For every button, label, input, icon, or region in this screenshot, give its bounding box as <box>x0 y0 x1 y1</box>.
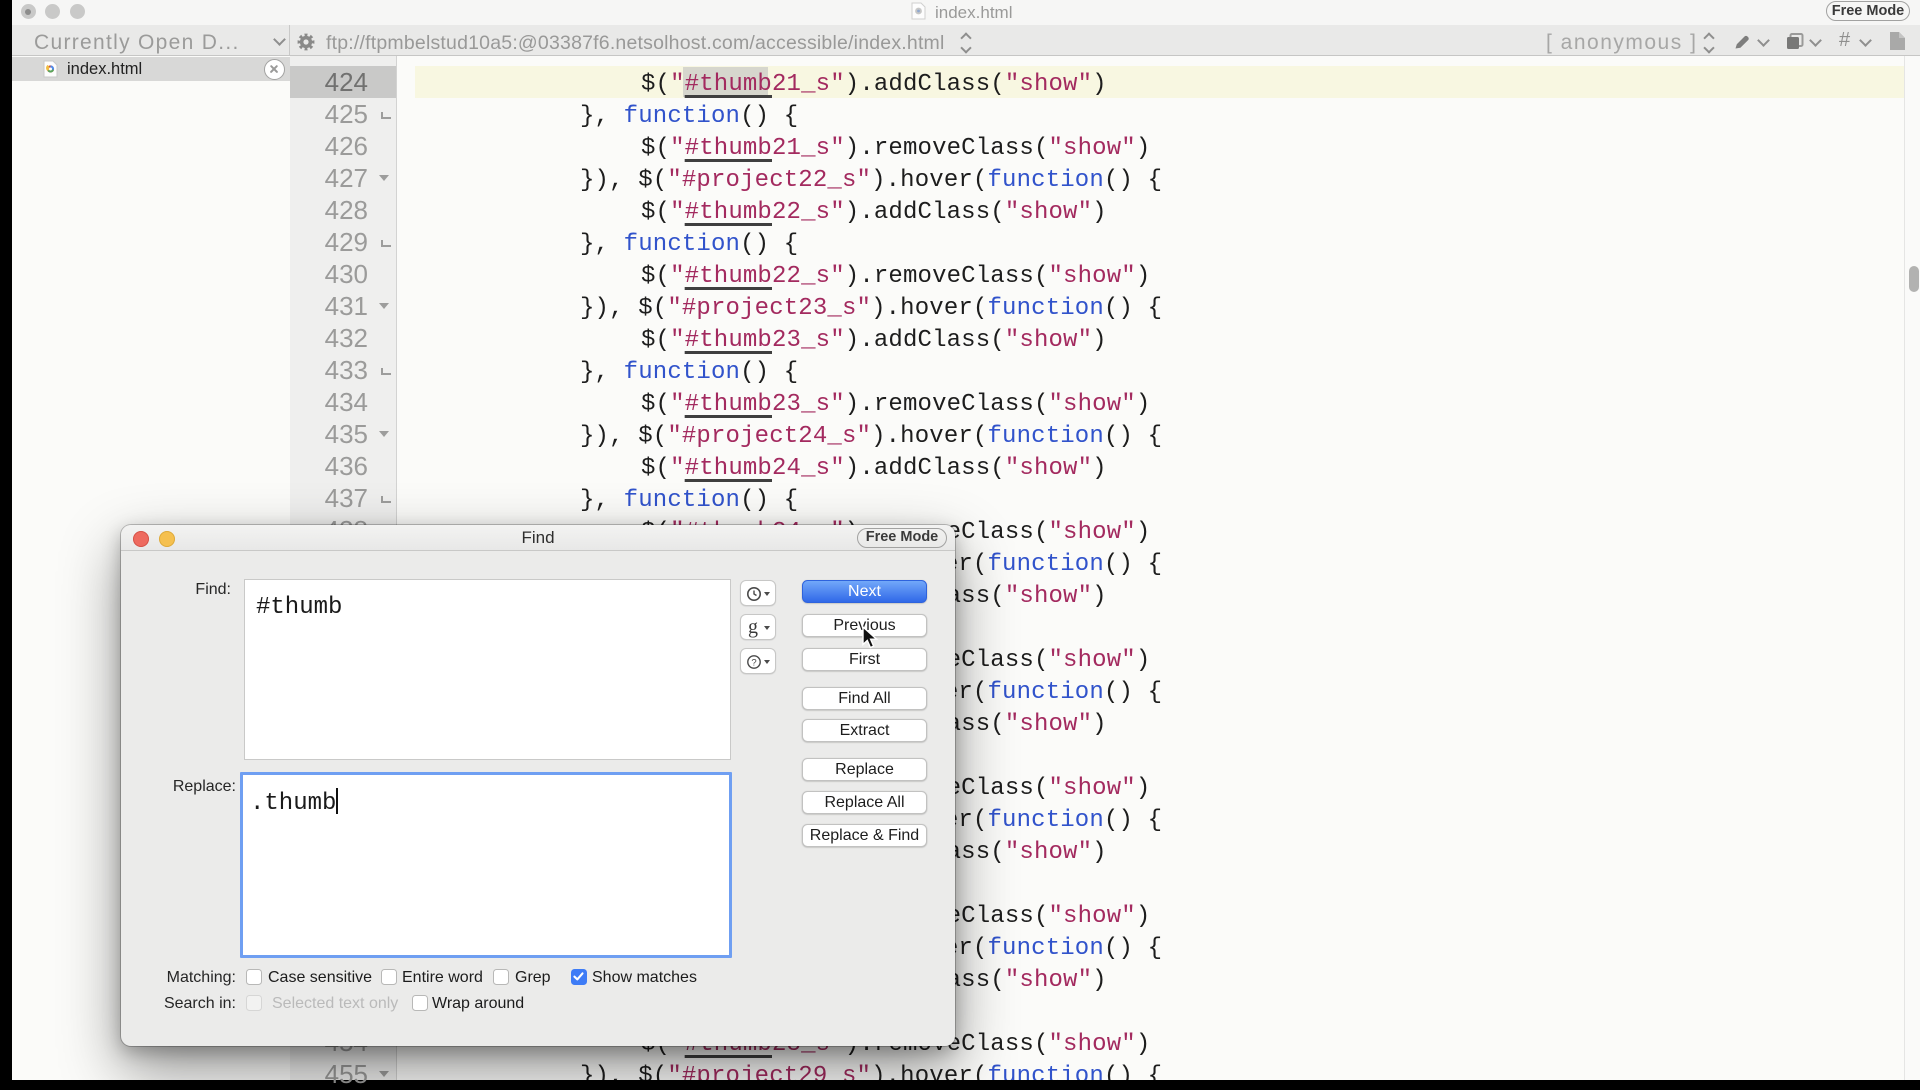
svg-text:?: ? <box>751 657 756 668</box>
